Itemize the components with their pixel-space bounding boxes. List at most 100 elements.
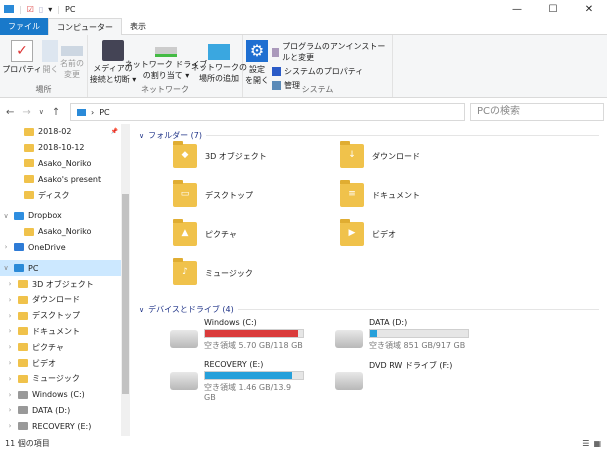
sidebar-item[interactable]: › 3D オブジェクト bbox=[0, 276, 121, 292]
drive-usage-bar bbox=[204, 329, 304, 338]
drives-section-header[interactable]: ∨ デバイスとドライブ (4) bbox=[139, 304, 599, 315]
title-bar: | ☑ ▯ ▾ | PC — ☐ ✕ bbox=[0, 0, 607, 18]
search-input[interactable]: PCの検索 bbox=[470, 103, 604, 121]
system-properties-button[interactable]: システムのプロパティ bbox=[272, 66, 389, 77]
tab-computer[interactable]: コンピューター bbox=[48, 18, 122, 35]
expand-chevron-icon[interactable]: ∨ bbox=[2, 264, 10, 272]
expand-chevron-icon[interactable]: › bbox=[6, 327, 14, 335]
forward-button[interactable]: → bbox=[22, 107, 30, 118]
drive-item[interactable]: RECOVERY (E:) 空き領域 1.46 GB/13.9 GB bbox=[170, 360, 304, 402]
pc-icon bbox=[77, 108, 86, 116]
folders-section-header[interactable]: ∨ フォルダー (7) bbox=[139, 130, 599, 141]
expand-chevron-icon[interactable]: › bbox=[6, 343, 14, 351]
details-view-button[interactable]: ☰ bbox=[582, 437, 589, 450]
expand-chevron-icon[interactable]: › bbox=[6, 312, 14, 320]
scrollbar-thumb[interactable] bbox=[122, 194, 129, 394]
sidebar-item[interactable]: › ダウンロード bbox=[0, 292, 121, 308]
folder-icon: ♪ bbox=[173, 258, 197, 285]
expand-chevron-icon[interactable]: › bbox=[6, 359, 14, 367]
up-button[interactable]: ↑ bbox=[52, 107, 60, 118]
folder-item[interactable]: ♪ ミュージック bbox=[173, 258, 253, 285]
sidebar-item[interactable]: › ビデオ bbox=[0, 355, 121, 371]
new-folder-quick-icon[interactable]: ▯ bbox=[39, 5, 43, 14]
pin-icon[interactable]: 📌 bbox=[111, 128, 118, 135]
folder-icon bbox=[24, 159, 34, 168]
back-button[interactable]: ← bbox=[6, 107, 14, 118]
sidebar-item[interactable]: ∨ PC bbox=[0, 260, 121, 277]
sidebar-item[interactable]: › ミュージック bbox=[0, 371, 121, 387]
maximize-button[interactable]: ☐ bbox=[535, 0, 571, 18]
drive-usage-fill bbox=[205, 330, 299, 337]
folder-item[interactable]: ▲ ピクチャ bbox=[173, 219, 237, 246]
breadcrumb-pc[interactable]: PC bbox=[99, 108, 109, 117]
expand-chevron-icon[interactable]: › bbox=[6, 406, 14, 414]
folder-glyph-icon: ▶ bbox=[348, 228, 356, 238]
expand-chevron-icon[interactable]: › bbox=[6, 296, 14, 304]
sidebar-item-label: Asako's present bbox=[38, 174, 102, 184]
tab-view[interactable]: 表示 bbox=[122, 18, 154, 35]
properties-button[interactable]: ✓ プロパティ bbox=[2, 37, 42, 85]
drive-item[interactable]: Windows (C:) 空き領域 5.70 GB/118 GB bbox=[170, 318, 304, 351]
network-drive-icon bbox=[155, 47, 177, 57]
uninstall-programs-button[interactable]: プログラムのアンインストールと変更 bbox=[272, 41, 389, 63]
quick-access-dropdown-icon[interactable]: ▾ bbox=[48, 5, 52, 14]
open-settings-button[interactable]: ⚙ 設定 を開く bbox=[245, 37, 269, 85]
media-server-icon bbox=[102, 40, 124, 61]
folder-icon: ▲ bbox=[173, 219, 197, 246]
sidebar-item[interactable]: 2018-10-12 bbox=[0, 140, 121, 156]
properties-quick-icon[interactable]: ☑ bbox=[27, 5, 34, 14]
map-network-drive-button[interactable]: ネットワーク ドライブ の割り当て ▾ bbox=[125, 37, 207, 85]
address-bar[interactable]: › PC bbox=[70, 103, 465, 121]
drive-item[interactable]: DVD RW ドライブ (F:) bbox=[335, 360, 469, 390]
sidebar-item[interactable]: 2018-02 📌 bbox=[0, 124, 121, 140]
sidebar-item[interactable]: › ピクチャ bbox=[0, 339, 121, 355]
gear-icon: ⚙ bbox=[246, 40, 268, 62]
sidebar-item[interactable]: ディスク bbox=[0, 187, 121, 203]
navigation-bar: ← → ∨ ↑ › PC PCの検索 bbox=[0, 101, 607, 123]
drive-item[interactable]: DATA (D:) 空き領域 851 GB/917 GB bbox=[335, 318, 469, 351]
dvd-drive-icon bbox=[335, 372, 363, 390]
folder-icon bbox=[24, 227, 34, 236]
folder-item[interactable]: ▭ デスクトップ bbox=[173, 180, 253, 207]
expand-chevron-icon[interactable]: ∨ bbox=[2, 212, 10, 220]
sidebar-item[interactable]: › OneDrive bbox=[0, 240, 121, 256]
tab-file[interactable]: ファイル bbox=[0, 18, 48, 35]
folder-item[interactable]: ◆ 3D オブジェクト bbox=[173, 141, 267, 168]
drive-free-space: 空き領域 851 GB/917 GB bbox=[369, 341, 466, 350]
sidebar-item-label: Windows (C:) bbox=[32, 390, 85, 400]
sidebar-item[interactable]: Asako's present bbox=[0, 171, 121, 187]
sidebar-scrollbar[interactable] bbox=[121, 124, 130, 436]
sidebar-item[interactable]: › ドキュメント bbox=[0, 324, 121, 340]
drive-label: DVD RW ドライブ (F:) bbox=[369, 361, 453, 370]
recent-locations-button[interactable]: ∨ bbox=[39, 108, 44, 116]
sidebar-item-label: Dropbox bbox=[28, 211, 62, 221]
expand-chevron-icon[interactable]: › bbox=[6, 391, 14, 399]
drive-label: DATA (D:) bbox=[369, 318, 408, 327]
sidebar-item[interactable]: Asako_Noriko bbox=[0, 224, 121, 240]
folder-item[interactable]: ▶ ビデオ bbox=[340, 219, 396, 246]
close-button[interactable]: ✕ bbox=[571, 0, 607, 18]
sidebar-item[interactable]: › RECOVERY (E:) bbox=[0, 418, 121, 434]
sidebar-item[interactable]: › Windows (C:) bbox=[0, 387, 121, 403]
expand-chevron-icon[interactable]: › bbox=[2, 243, 10, 251]
folder-label: ミュージック bbox=[205, 268, 253, 278]
sidebar-item[interactable]: Asako_Noriko bbox=[0, 156, 121, 172]
folder-item[interactable]: ↓ ダウンロード bbox=[340, 141, 420, 168]
large-icons-view-button[interactable]: ▦ bbox=[593, 437, 601, 450]
sidebar-item[interactable]: › デスクトップ bbox=[0, 308, 121, 324]
minimize-button[interactable]: — bbox=[499, 0, 535, 18]
rename-button[interactable]: 名前の 変更 bbox=[60, 37, 84, 85]
open-button[interactable]: 開く bbox=[41, 37, 60, 85]
expand-chevron-icon[interactable]: › bbox=[6, 375, 14, 383]
folder-icon bbox=[18, 374, 28, 383]
add-network-location-button[interactable]: ネットワークの 場所の追加 bbox=[191, 37, 247, 85]
folder-icon bbox=[18, 280, 28, 289]
folder-item[interactable]: ≡ ドキュメント bbox=[340, 180, 420, 207]
sidebar-item[interactable]: ∨ Dropbox bbox=[0, 208, 121, 224]
sidebar-item[interactable]: › DATA (D:) bbox=[0, 403, 121, 419]
expand-chevron-icon[interactable]: › bbox=[6, 280, 14, 288]
expand-chevron-icon[interactable]: › bbox=[6, 422, 14, 430]
window-title: PC bbox=[65, 4, 76, 14]
drive-usage-fill bbox=[370, 330, 377, 337]
folder-icon: ▭ bbox=[173, 180, 197, 207]
